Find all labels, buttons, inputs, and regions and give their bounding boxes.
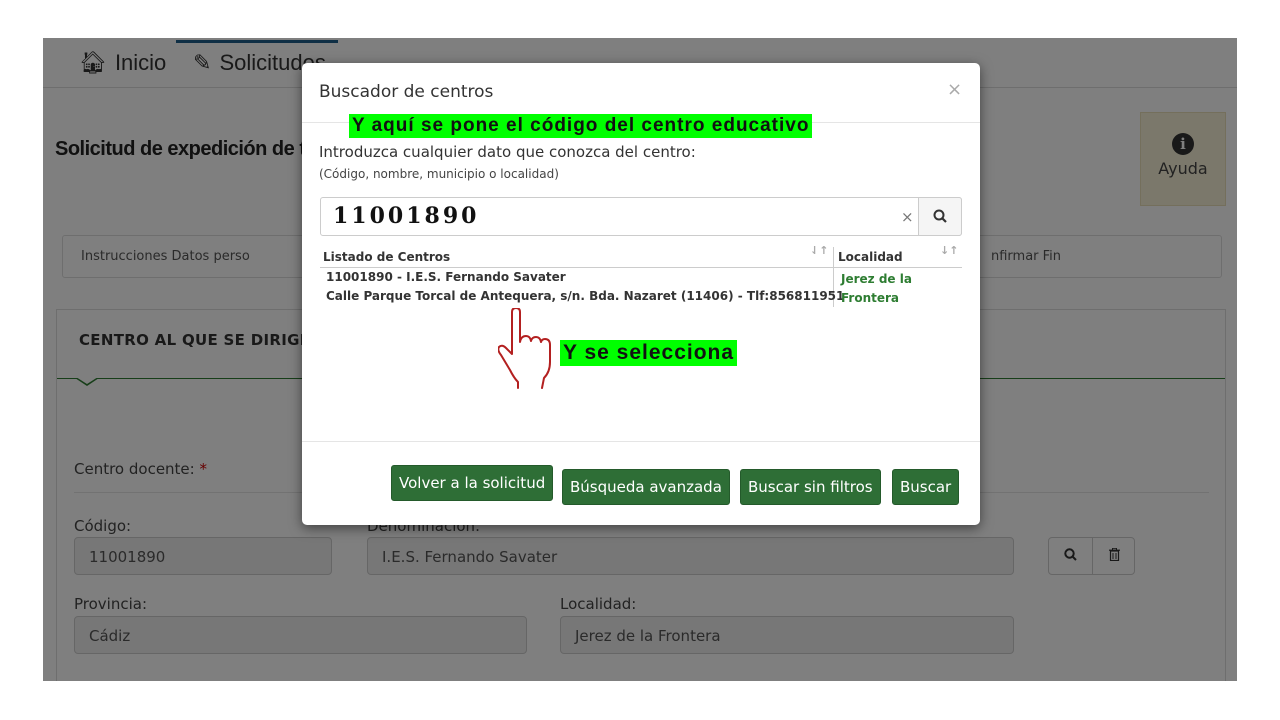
col-header-centros[interactable]: Listado de Centros xyxy=(323,250,450,264)
modal-hint: (Código, nombre, municipio o localidad) xyxy=(319,167,559,181)
search-button[interactable] xyxy=(918,197,962,236)
result-row-address[interactable]: Calle Parque Torcal de Antequera, s/n. B… xyxy=(326,289,844,303)
modal-title: Buscador de centros xyxy=(319,82,494,102)
result-row-name[interactable]: 11001890 - I.E.S. Fernando Savater xyxy=(326,270,566,284)
col-header-localidad[interactable]: Localidad xyxy=(838,250,903,264)
sort-icon[interactable]: ↓↑ xyxy=(940,244,958,257)
results-grid-header: Listado de Centros ⇃↑ Localidad ↓↑ xyxy=(320,244,962,268)
modal-intro: Introduzca cualquier dato que conozca de… xyxy=(319,143,696,161)
modal-footer-divider xyxy=(302,441,980,442)
close-icon[interactable]: × xyxy=(947,79,962,100)
result-row-localidad[interactable]: Jerez de la Frontera xyxy=(841,270,931,308)
search-value: 11001890 xyxy=(333,203,480,229)
annotation-codigo: Y aquí se pone el código del centro educ… xyxy=(349,114,813,138)
sort-icon[interactable]: ⇃↑ xyxy=(810,244,828,257)
search-input[interactable]: 11001890 × xyxy=(320,197,962,236)
buscador-centros-modal: Buscador de centros × Y aquí se pone el … xyxy=(302,63,980,525)
search-submit-button[interactable]: Buscar xyxy=(892,469,960,505)
search-icon xyxy=(933,209,947,223)
clear-icon[interactable]: × xyxy=(901,208,914,226)
search-no-filters-button[interactable]: Buscar sin filtros xyxy=(740,469,881,505)
annotation-select: Y se selecciona xyxy=(560,340,738,366)
back-to-application-button[interactable]: Volver a la solicitud xyxy=(391,465,554,501)
pointing-hand-icon xyxy=(498,308,551,389)
advanced-search-button[interactable]: Búsqueda avanzada xyxy=(562,469,730,505)
